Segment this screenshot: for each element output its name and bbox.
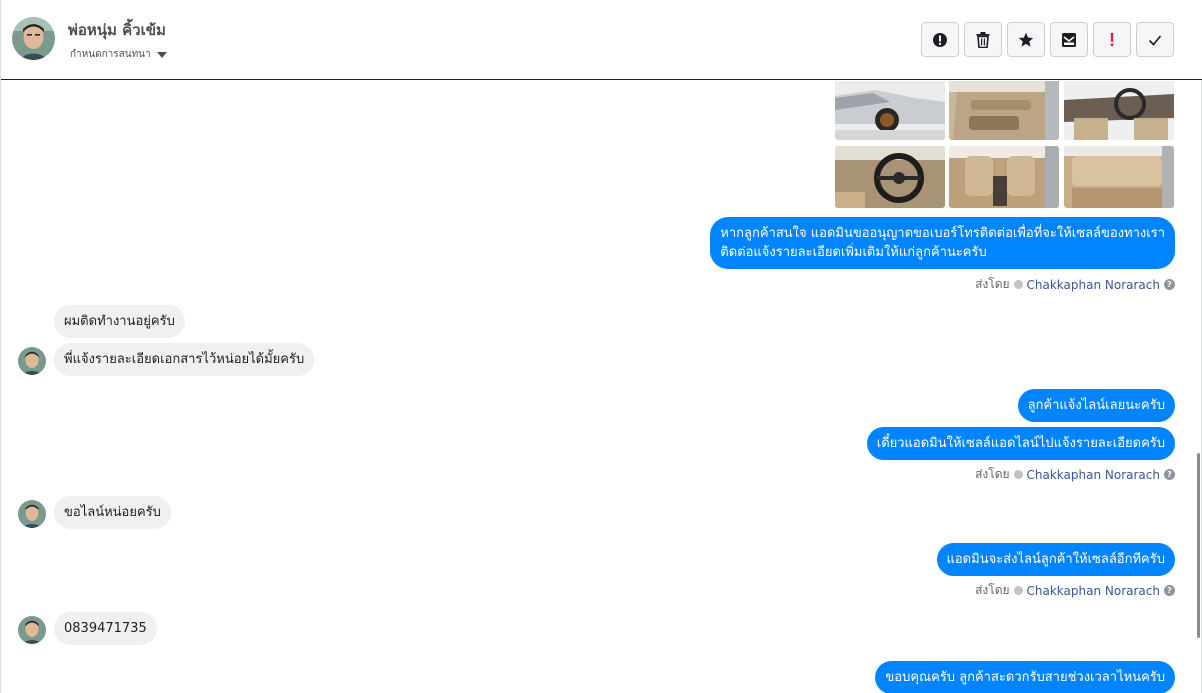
agent-name-link[interactable]: Chakkaphan Norarach <box>1027 584 1160 598</box>
report-spam-button[interactable] <box>921 22 959 57</box>
help-icon[interactable]: ? <box>1164 279 1175 290</box>
verified-icon <box>1013 470 1023 479</box>
delete-button[interactable] <box>964 22 1002 57</box>
message-line: หากลูกค้าสนใจ แอดมินขออนุญาตขอเบอร์โทรติ… <box>720 226 1165 241</box>
contact-name[interactable]: พ่อหนุ่ม คิ้วเข้ม <box>68 18 166 42</box>
contact-avatar-small[interactable] <box>18 500 46 528</box>
thread-scrollbar[interactable] <box>1197 453 1200 638</box>
car-door-panel-photo[interactable] <box>949 81 1059 140</box>
alert-circle-icon <box>933 32 947 47</box>
conversation-panel: พ่อหนุ่ม คิ้วเข้ม กำหนดการสนทนา ! หากลูก… <box>0 0 1202 693</box>
message-line: ติดต่อแจ้งรายละเอียดเพิ่มเติมให้แก่ลูกค้… <box>720 245 987 260</box>
car-front-seats-photo[interactable] <box>949 146 1059 208</box>
sent-by-info: ส่งโดย Chakkaphan Norarach ? <box>975 465 1175 484</box>
follow-up-button[interactable]: ! <box>1093 22 1131 57</box>
message-text: ผมติดทำงานอยู่ครับ <box>64 314 175 329</box>
message-text: ลูกค้าแจ้งไลน์เลยนะครับ <box>1027 398 1165 413</box>
conversation-actions: ! <box>921 22 1174 57</box>
message-text: 0839471735 <box>64 621 147 636</box>
assign-conversation-label: กำหนดการสนทนา <box>70 49 151 60</box>
verified-icon <box>1013 586 1023 595</box>
message-text: แอดมินจะส่งไลน์ลูกค้าให้เซลล์อีกทีครับ <box>946 552 1166 567</box>
car-dashboard-photo[interactable] <box>1064 81 1174 140</box>
contact-avatar-small[interactable] <box>18 616 46 644</box>
incoming-message[interactable]: ผมติดทำงานอยู่ครับ <box>54 305 185 338</box>
outgoing-message[interactable]: แอดมินจะส่งไลน์ลูกค้าให้เซลล์อีกทีครับ <box>936 543 1175 576</box>
outgoing-message[interactable]: ลูกค้าแจ้งไลน์เลยนะครับ <box>1017 389 1175 422</box>
sent-by-label: ส่งโดย <box>975 583 1010 597</box>
contact-avatar[interactable] <box>12 17 55 60</box>
incoming-message[interactable]: ขอไลน์หน่อยครับ <box>54 496 171 529</box>
verified-icon <box>1013 280 1023 289</box>
envelope-icon <box>1062 32 1076 47</box>
contact-avatar-small[interactable] <box>18 347 46 375</box>
car-steering-wheel-photo[interactable] <box>835 146 945 208</box>
mark-done-button[interactable] <box>1136 22 1174 57</box>
help-icon[interactable]: ? <box>1164 585 1175 596</box>
star-icon <box>1018 32 1034 47</box>
agent-name-link[interactable]: Chakkaphan Norarach <box>1027 278 1160 292</box>
sent-by-label: ส่งโดย <box>975 277 1010 291</box>
incoming-message[interactable]: 0839471735 <box>54 612 157 645</box>
car-photo-gallery <box>835 81 1175 208</box>
car-exterior-photo[interactable] <box>835 81 945 140</box>
help-icon[interactable]: ? <box>1164 469 1175 480</box>
sent-by-info: ส่งโดย Chakkaphan Norarach ? <box>975 581 1175 600</box>
caret-down-icon <box>156 51 167 58</box>
conversation-header: พ่อหนุ่ม คิ้วเข้ม กำหนดการสนทนา ! <box>1 0 1202 80</box>
message-thread[interactable]: หากลูกค้าสนใจ แอดมินขออนุญาตขอเบอร์โทรติ… <box>2 81 1196 693</box>
car-rear-seat-photo[interactable] <box>1064 146 1174 208</box>
message-text: ขอไลน์หน่อยครับ <box>64 505 161 520</box>
mark-unread-button[interactable] <box>1050 22 1088 57</box>
exclamation-icon: ! <box>1109 29 1115 50</box>
outgoing-message[interactable]: ขอบคุณครับ ลูกค้าสะดวกรับสายช่วงเวลาไหนค… <box>875 661 1175 693</box>
message-text: เดี๋ยวแอดมินให้เซลล์แอดไลน์ไปแจ้งรายละเอ… <box>876 436 1165 451</box>
sent-by-label: ส่งโดย <box>975 467 1010 481</box>
sent-by-info: ส่งโดย Chakkaphan Norarach ? <box>975 275 1175 294</box>
trash-icon <box>976 31 990 48</box>
message-text: พี่แจ้งรายละเอียดเอกสารไว้หน่อยได้มั้ยคร… <box>64 352 305 367</box>
star-button[interactable] <box>1007 22 1045 57</box>
agent-name-link[interactable]: Chakkaphan Norarach <box>1027 468 1160 482</box>
assign-conversation-dropdown[interactable]: กำหนดการสนทนา <box>70 47 167 62</box>
outgoing-message[interactable]: เดี๋ยวแอดมินให้เซลล์แอดไลน์ไปแจ้งรายละเอ… <box>866 427 1175 460</box>
message-text: ขอบคุณครับ ลูกค้าสะดวกรับสายช่วงเวลาไหนค… <box>885 670 1165 685</box>
checkmark-icon <box>1148 34 1162 46</box>
incoming-message[interactable]: พี่แจ้งรายละเอียดเอกสารไว้หน่อยได้มั้ยคร… <box>54 343 315 376</box>
outgoing-message[interactable]: หากลูกค้าสนใจ แอดมินขออนุญาตขอเบอร์โทรติ… <box>710 217 1175 269</box>
